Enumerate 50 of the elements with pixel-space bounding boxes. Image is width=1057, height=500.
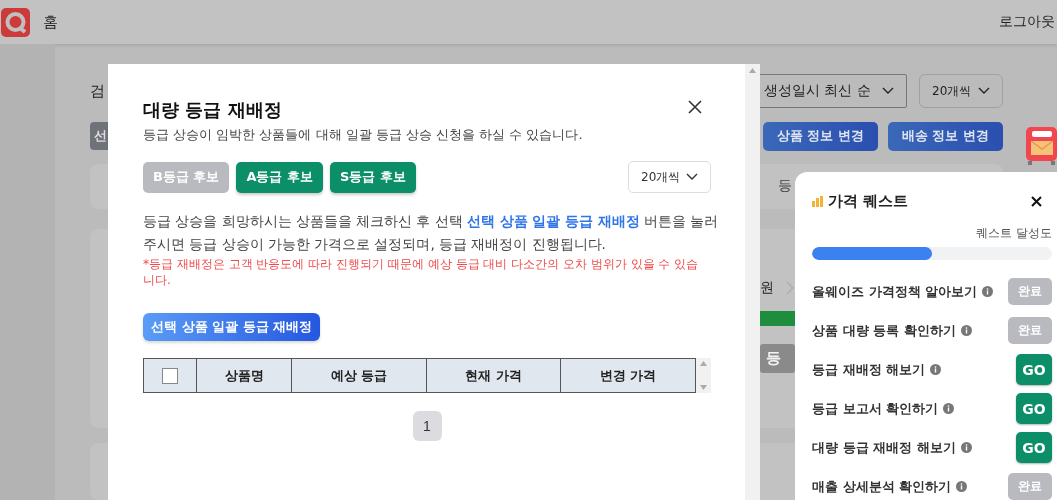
progress-label: 퀘스트 달성도 <box>975 225 1052 242</box>
price-unit: 원 <box>760 278 774 297</box>
close-icon[interactable] <box>1031 196 1042 207</box>
status-bar <box>760 310 795 326</box>
select-all-checkbox[interactable] <box>162 367 178 384</box>
quest-label: 대량 등급 재배정 해보기 <box>812 438 956 457</box>
chevron-down-icon <box>978 87 990 95</box>
grade-filter-button[interactable]: A등급 후보 <box>236 161 324 193</box>
quest-label: 등급 재배정 해보기 <box>812 360 926 379</box>
instruction-text: 등급 상승을 희망하시는 상품들을 체크하신 후 선택 선택 상품 일괄 등급 재배정 버튼을 눌러 주시면 등급 상승이 가능한 가격으로 설정되며, 등급 재배정이 진행됩니다. <box>143 212 720 254</box>
info-icon[interactable] <box>943 403 955 414</box>
modal-subtitle: 등급 상승이 임박한 상품들에 대해 일괄 등급 상승 신청을 하실 수 있습니다. <box>143 126 584 144</box>
go-button[interactable]: GO <box>1016 432 1052 463</box>
info-icon[interactable] <box>960 325 972 336</box>
column-header: 현재 가격 <box>426 358 561 393</box>
info-icon[interactable] <box>930 364 942 375</box>
column-label: 등 <box>778 177 792 196</box>
quest-label: 상품 대량 등록 확인하기 <box>812 321 956 340</box>
logout-link[interactable]: 로그아웃 <box>999 13 1055 31</box>
warning-note: *등급 재배정은 고객 반응도에 따라 진행되기 때문에 예상 등급 대비 다소간의 오차 범위가 있을 수 있습니다. <box>143 256 700 288</box>
count-select[interactable]: 20개씩 <box>919 74 1003 108</box>
info-icon[interactable] <box>956 481 968 492</box>
chevron-down-icon <box>882 87 894 95</box>
page-size-select[interactable]: 20개씩 <box>628 161 711 193</box>
bulk-regrade-button[interactable]: 선택 상품 일괄 등급 재배정 <box>143 313 321 341</box>
chevron-right-icon <box>786 280 794 295</box>
action-button[interactable]: 배송 정보 변경 <box>887 121 1003 151</box>
column-header: 변경 가격 <box>560 358 696 393</box>
mailbox-icon[interactable] <box>1025 127 1057 165</box>
action-button[interactable]: 상품 정보 변경 <box>762 121 878 151</box>
go-button[interactable]: GO <box>1016 393 1052 424</box>
info-icon[interactable] <box>982 286 994 297</box>
column-header: 상품명 <box>196 358 292 393</box>
chevron-down-icon <box>686 173 698 181</box>
grade-button[interactable]: 등 <box>760 343 795 373</box>
grade-filter-button[interactable]: S등급 후보 <box>330 161 416 193</box>
info-icon[interactable] <box>960 442 972 453</box>
scrollbar[interactable] <box>745 64 760 500</box>
close-icon[interactable] <box>688 100 702 114</box>
modal-title: 대량 등급 재배정 <box>143 98 282 122</box>
quest-label: 등급 보고서 확인하기 <box>812 399 939 418</box>
quest-label: 매출 상세분석 확인하기 <box>812 477 952 496</box>
search-label: 검 <box>90 81 105 101</box>
go-button[interactable]: GO <box>1016 354 1052 385</box>
quest-label: 올웨이즈 가격정책 알아보기 <box>812 282 978 301</box>
column-header: 예상 등급 <box>291 358 427 393</box>
page-button[interactable]: 1 <box>412 411 442 441</box>
panel-title: 가격 퀘스트 <box>828 192 909 211</box>
home-link[interactable]: 홈 <box>43 12 58 32</box>
chart-icon <box>812 196 824 207</box>
